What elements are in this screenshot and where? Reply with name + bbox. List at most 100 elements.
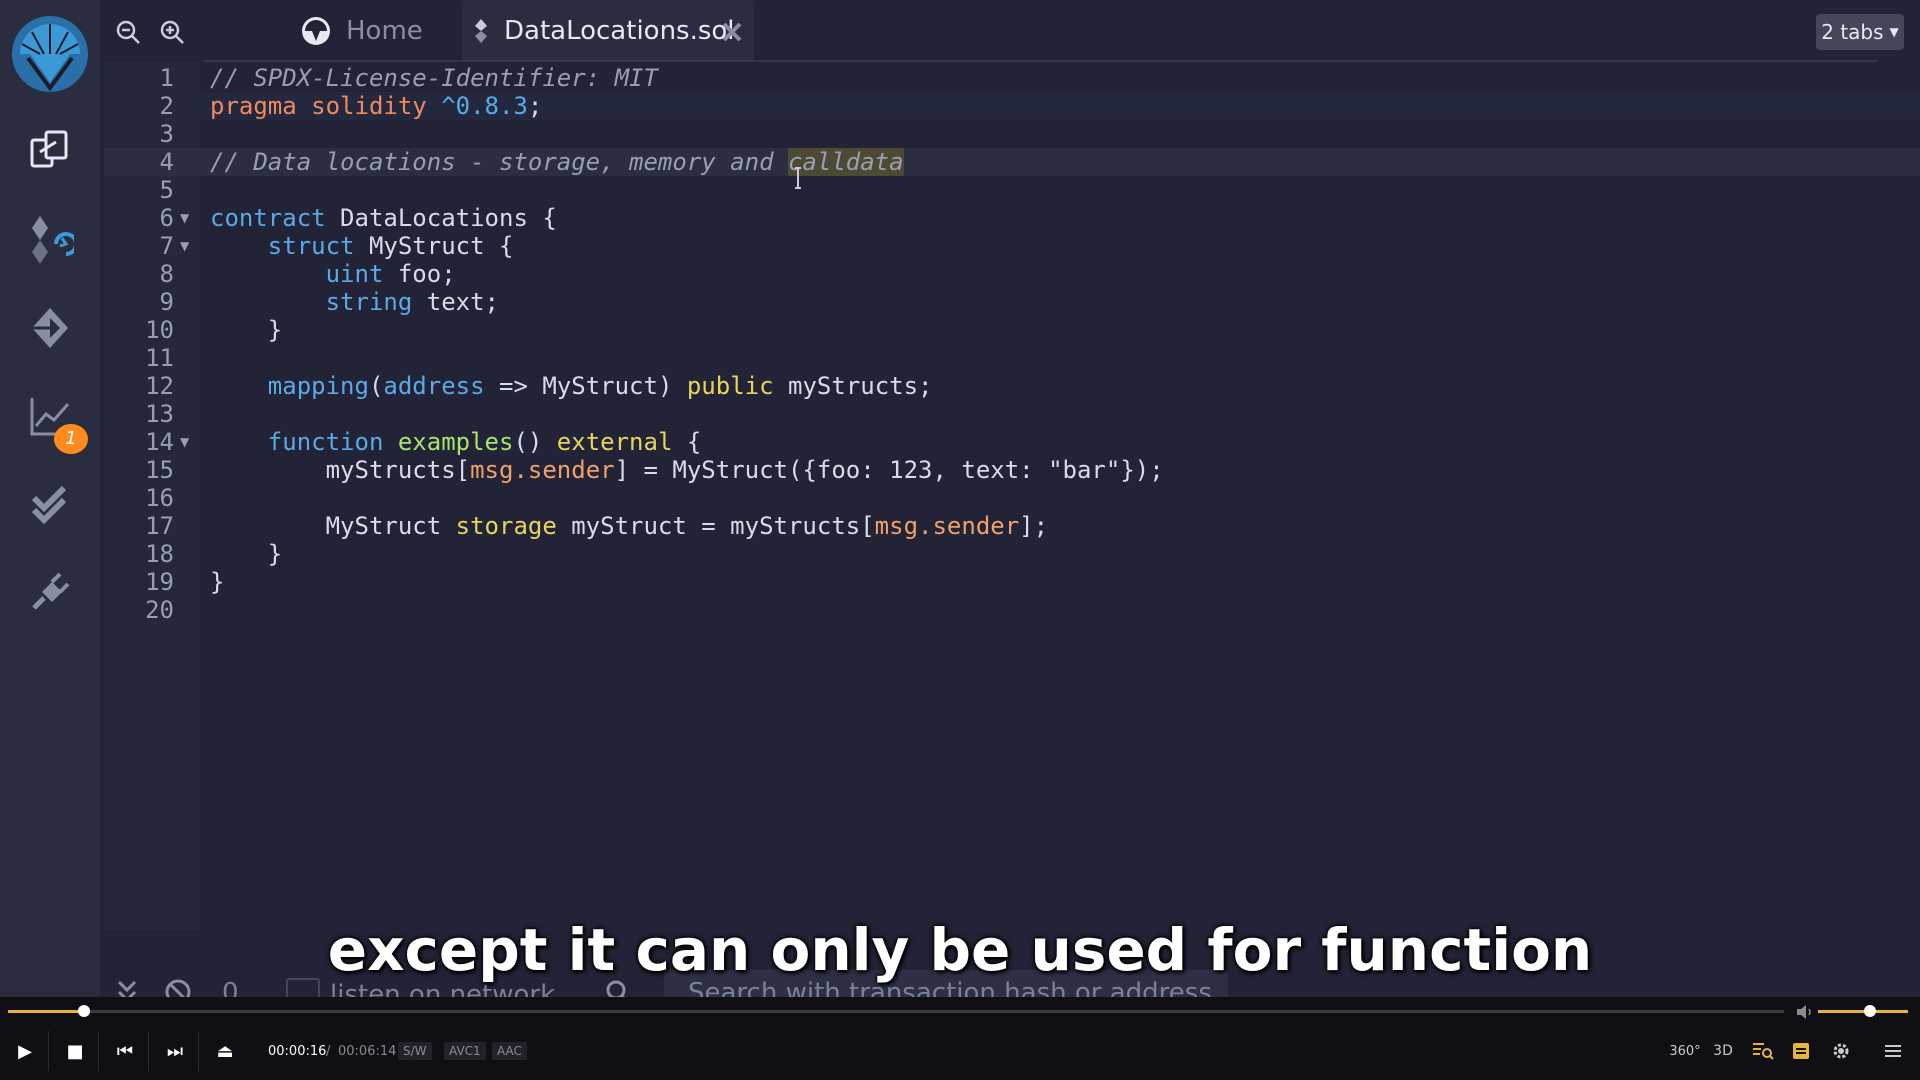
icon-sidebar: 1 bbox=[0, 0, 100, 997]
skip-next-icon: ⏭ bbox=[166, 1040, 184, 1062]
file-explorer-icon[interactable] bbox=[24, 124, 76, 176]
play-icon: ▶ bbox=[18, 1040, 32, 1062]
code-token: msg.sender bbox=[470, 456, 615, 484]
code-token: => MyStruct) bbox=[484, 372, 687, 400]
code-token: string bbox=[210, 288, 427, 316]
line-number: 5 bbox=[159, 176, 174, 204]
total-time: 00:06:14 bbox=[338, 1044, 397, 1059]
code-token: contract bbox=[210, 204, 341, 232]
code-token: // SPDX-License-Identifier: MIT bbox=[210, 64, 658, 92]
line-number: 11 bbox=[145, 344, 174, 372]
code-token: external bbox=[556, 428, 687, 456]
tab-home-label: Home bbox=[346, 16, 423, 46]
code-line[interactable]: contract DataLocations { bbox=[210, 204, 557, 232]
line-number: 9 bbox=[159, 288, 174, 316]
code-line[interactable]: pragma solidity ^0.8.3; bbox=[210, 92, 542, 120]
next-button[interactable]: ⏭ bbox=[152, 1031, 199, 1071]
code-line[interactable]: myStructs[msg.sender] = MyStruct({foo: 1… bbox=[210, 456, 1164, 484]
line-number: 17 bbox=[145, 512, 174, 540]
code-line[interactable]: // SPDX-License-Identifier: MIT bbox=[210, 64, 658, 92]
code-token: public bbox=[686, 372, 789, 400]
volume-slider[interactable] bbox=[1818, 1010, 1908, 1013]
eject-button[interactable]: ⏏ bbox=[202, 1031, 248, 1071]
line-number: 1 bbox=[159, 64, 174, 92]
line-number: 16 bbox=[145, 484, 174, 512]
fold-toggle-icon[interactable]: ▼ bbox=[180, 232, 189, 260]
current-time: 00:00:16 bbox=[268, 1044, 327, 1059]
decoder-tag: S/W bbox=[398, 1042, 432, 1060]
code-token: struct bbox=[210, 232, 369, 260]
settings-icon[interactable] bbox=[1828, 1038, 1854, 1064]
3d-icon[interactable]: 3D bbox=[1710, 1038, 1736, 1064]
code-token: ( bbox=[368, 372, 384, 400]
line-number: 6 bbox=[159, 204, 174, 232]
code-line[interactable]: MyStruct storage myStruct = myStructs[ms… bbox=[210, 512, 1048, 540]
zoom-out-icon[interactable] bbox=[110, 14, 146, 50]
code-token: myStructs[ bbox=[210, 456, 471, 484]
video-codec-tag: AVC1 bbox=[444, 1042, 486, 1060]
playlist-search-icon[interactable] bbox=[1750, 1038, 1776, 1064]
fold-toggle-icon[interactable]: ▼ bbox=[180, 204, 189, 232]
play-button[interactable]: ▶ bbox=[2, 1031, 49, 1071]
code-line[interactable]: } bbox=[210, 316, 282, 344]
plugin-manager-icon[interactable] bbox=[24, 566, 76, 618]
tests-check-icon[interactable] bbox=[24, 478, 76, 530]
editor-tab-bar: Home DataLocations.sol 2 tabs ▼ bbox=[100, 0, 1920, 62]
close-tab-icon[interactable] bbox=[718, 18, 746, 46]
code-token: } bbox=[210, 540, 283, 568]
line-number: 10 bbox=[145, 316, 174, 344]
code-token: DataLocations { bbox=[340, 204, 557, 232]
code-line[interactable]: uint foo; bbox=[210, 260, 456, 288]
tabs-dropdown[interactable]: 2 tabs ▼ bbox=[1816, 14, 1904, 50]
code-line[interactable]: function examples() external { bbox=[210, 428, 702, 456]
subtitle-icon[interactable] bbox=[1788, 1038, 1814, 1064]
solidity-compiler-icon[interactable] bbox=[24, 214, 76, 266]
code-token: } bbox=[210, 316, 283, 344]
seek-bar[interactable] bbox=[8, 1010, 1784, 1013]
code-token: storage bbox=[455, 512, 572, 540]
zoom-in-icon[interactable] bbox=[154, 14, 190, 50]
line-number: 20 bbox=[145, 596, 174, 624]
volume-handle[interactable] bbox=[1864, 1005, 1876, 1017]
analysis-badge: 1 bbox=[54, 424, 88, 454]
audio-codec-tag: AAC bbox=[492, 1042, 527, 1060]
code-line[interactable]: mapping(address => MyStruct) public mySt… bbox=[210, 372, 933, 400]
tab-datalocations[interactable]: DataLocations.sol bbox=[462, 0, 754, 62]
line-number: 12 bbox=[145, 372, 174, 400]
fold-toggle-icon[interactable]: ▼ bbox=[180, 428, 189, 456]
volume-icon[interactable] bbox=[1796, 1004, 1814, 1024]
code-token: ]; bbox=[1019, 512, 1049, 540]
line-number: 13 bbox=[145, 400, 174, 428]
time-separator: / bbox=[326, 1044, 331, 1059]
deploy-run-icon[interactable] bbox=[24, 302, 76, 354]
code-area[interactable] bbox=[200, 62, 1920, 930]
line-number: 2 bbox=[159, 92, 174, 120]
code-token: MyStruct bbox=[210, 512, 456, 540]
remix-logo-icon[interactable] bbox=[6, 14, 94, 94]
code-token: pragma solidity bbox=[210, 92, 442, 120]
code-token: text; bbox=[426, 288, 499, 316]
video-subtitle: except it can only be used for function bbox=[327, 916, 1593, 984]
line-number: 18 bbox=[145, 540, 174, 568]
tab-file-label: DataLocations.sol bbox=[504, 16, 735, 46]
code-token: MyStruct { bbox=[368, 232, 514, 260]
line-number: 8 bbox=[159, 260, 174, 288]
line-number: 3 bbox=[159, 120, 174, 148]
line-number: 14 bbox=[145, 428, 174, 456]
stop-icon: ■ bbox=[66, 1040, 84, 1062]
code-token: // Data locations - storage, memory and bbox=[210, 148, 788, 176]
360-icon[interactable]: 360° bbox=[1669, 1038, 1700, 1064]
menu-icon[interactable] bbox=[1880, 1038, 1906, 1064]
home-remix-icon bbox=[300, 15, 332, 47]
solidity-file-icon bbox=[472, 18, 490, 44]
line-number: 19 bbox=[145, 568, 174, 596]
code-line[interactable]: string text; bbox=[210, 288, 499, 316]
code-line[interactable]: struct MyStruct { bbox=[210, 232, 514, 260]
previous-button[interactable]: ⏮ bbox=[102, 1031, 149, 1071]
tab-home[interactable]: Home bbox=[300, 0, 423, 62]
line-number: 15 bbox=[145, 456, 174, 484]
code-line[interactable]: } bbox=[210, 568, 224, 596]
code-line[interactable]: } bbox=[210, 540, 282, 568]
skip-previous-icon: ⏮ bbox=[116, 1040, 134, 1062]
stop-button[interactable]: ■ bbox=[52, 1031, 99, 1071]
